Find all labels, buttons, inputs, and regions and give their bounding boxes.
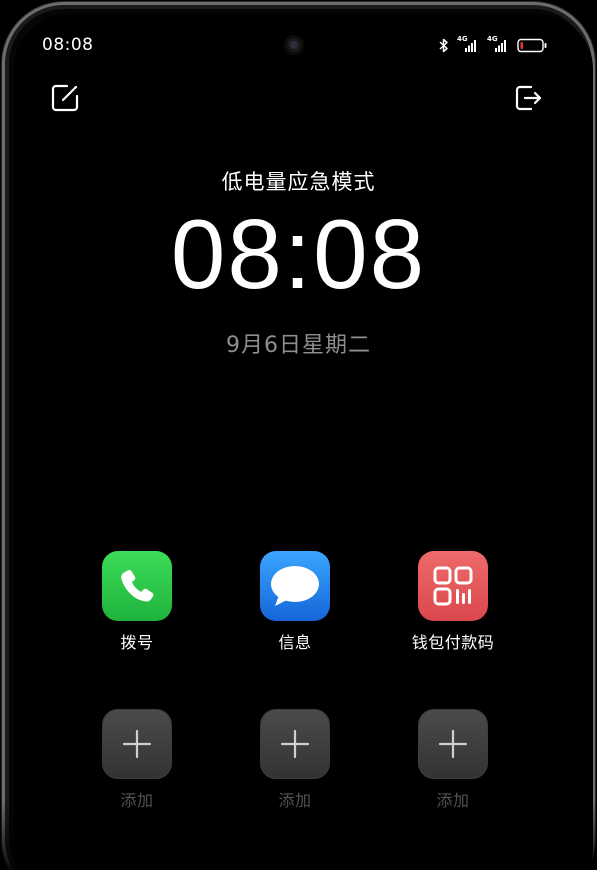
edit-button[interactable] [49,82,81,114]
add-slot-tile [260,709,330,779]
mode-title: 低电量应急模式 [221,170,376,194]
signal-strength-icon [465,40,476,52]
lock-screen-page: 08:08 4G 4G 低电量应急模式 08:08 9月6日星期二 拨号 信息 … [0,0,597,870]
signal-2: 4G [487,35,509,53]
app-label: 拨号 [120,633,154,652]
exit-icon [515,85,542,111]
plus-icon [438,729,468,759]
add-app-slot-3[interactable]: 添加 [393,709,513,811]
add-app-slot-1[interactable]: 添加 [77,709,197,811]
add-slot-label: 添加 [120,791,154,810]
add-app-slot-2[interactable]: 添加 [235,709,355,811]
dialer-app-icon [102,551,172,621]
app-dialer[interactable]: 拨号 [77,551,197,653]
clock: 08:08 [170,199,427,309]
app-label: 信息 [278,633,312,652]
qr-code-icon [433,566,473,606]
battery-low-icon [517,38,547,52]
status-bar-time: 08:08 [42,35,94,55]
plus-icon [280,729,310,759]
message-icon [271,566,319,606]
plus-icon [122,729,152,759]
phone-icon [121,569,154,602]
front-camera [284,35,304,55]
add-slot-label: 添加 [278,791,312,810]
bluetooth-icon [439,38,448,52]
add-slot-label: 添加 [436,791,470,810]
date: 9月6日星期二 [226,333,371,358]
app-label: 钱包付款码 [411,633,495,652]
status-bar-icons: 4G 4G [439,35,547,54]
edit-icon [51,84,79,112]
add-slot-tile [418,709,488,779]
app-messages[interactable]: 信息 [235,551,355,653]
signal-strength-icon [495,40,506,52]
messages-app-icon [260,551,330,621]
app-wallet-payment-code[interactable]: 钱包付款码 [393,551,513,653]
wallet-app-icon [418,551,488,621]
signal-1: 4G [457,35,479,53]
add-slot-tile [102,709,172,779]
exit-mode-button[interactable] [512,82,544,114]
